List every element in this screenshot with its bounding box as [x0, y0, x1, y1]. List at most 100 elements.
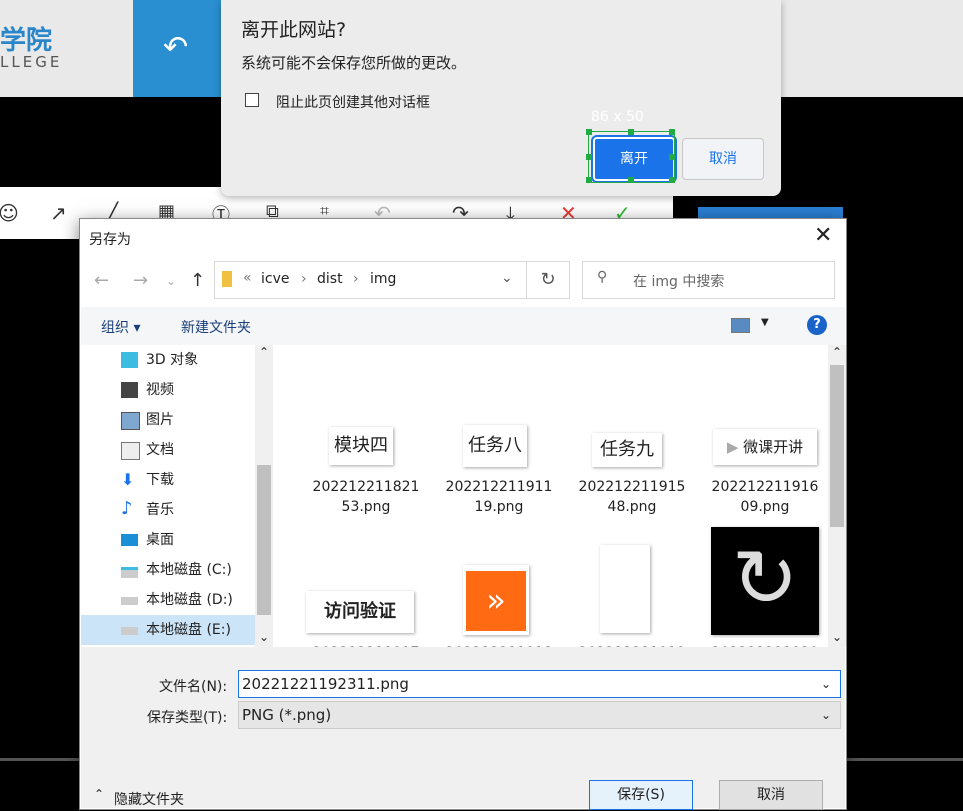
view-icon[interactable] — [731, 318, 750, 333]
sidebar-item-label: 音乐 — [146, 502, 174, 518]
dialog-message: 系统可能不会保存您所做的更改。 — [241, 54, 467, 72]
search-placeholder: 在 img 中搜索 — [633, 274, 725, 290]
site-logo: 学院 LLEGE — [0, 20, 135, 80]
filename-label: 文件名(N): — [159, 679, 228, 695]
double-chevron-icon: » — [466, 571, 526, 631]
dialog-title: 另存为 — [89, 232, 131, 248]
breadcrumb-separator: › — [353, 271, 359, 287]
leave-site-dialog: 离开此网站? 系统可能不会保存您所做的更改。 阻止此页创建其他对话框 离开 取消 — [221, 0, 781, 196]
drive-icon — [121, 567, 138, 578]
filename-value: 20221221192311.png — [242, 675, 409, 693]
chevron-down-icon[interactable]: ▼ — [761, 317, 769, 328]
sidebar-item-drive-e[interactable]: 本地磁盘 (E:) — [121, 615, 271, 645]
file-list: 模块四 202212211821 53.png 任务八 202212211911… — [276, 345, 845, 647]
resize-handle[interactable] — [669, 129, 675, 135]
chevron-down-icon[interactable]: ⌄ — [166, 274, 176, 288]
play-icon: ▶ — [726, 438, 739, 456]
back-arrow-icon[interactable]: ← — [94, 270, 109, 291]
file-thumbnail: 任务八 — [463, 425, 527, 467]
filetype-value: PNG (*.png) — [242, 706, 332, 724]
file-thumbnail — [600, 545, 650, 633]
drive-icon — [121, 627, 138, 635]
breadcrumb-separator: › — [301, 271, 307, 287]
back-button[interactable]: ↶ — [133, 0, 223, 97]
address-bar[interactable]: « icve › dist › img ⌄ — [214, 261, 527, 299]
search-input[interactable]: ⚲ 在 img 中搜索 — [582, 261, 835, 299]
arrow-icon[interactable]: ↗ — [50, 201, 67, 225]
scroll-thumb[interactable] — [257, 465, 271, 615]
new-folder-button[interactable]: 新建文件夹 — [181, 317, 251, 337]
close-icon[interactable]: ✕ — [814, 223, 832, 248]
forward-arrow-icon[interactable]: → — [133, 270, 148, 291]
sidebar-item-label: 3D 对象 — [146, 352, 199, 368]
file-name: 202212211915 — [578, 479, 686, 495]
desktop-icon — [121, 534, 138, 546]
folder-icon — [222, 271, 232, 287]
scroll-up-icon[interactable]: ⌃ — [832, 345, 842, 359]
filetype-select[interactable]: PNG (*.png) ⌄ — [238, 701, 841, 729]
breadcrumb-item[interactable]: icve — [261, 271, 290, 287]
selection-rectangle[interactable] — [586, 129, 675, 183]
file-name-ext: 19.png — [474, 499, 524, 515]
save-as-dialog: 另存为 ✕ ← → ⌄ ↑ « icve › dist › img ⌄ ↻ ⚲ … — [79, 218, 847, 810]
sidebar-item-label: 图片 — [146, 412, 174, 428]
hide-folders-toggle[interactable]: 隐藏文件夹 — [114, 789, 184, 809]
sidebar-item-pictures[interactable]: 图片 — [121, 405, 271, 435]
filetype-label: 保存类型(T): — [147, 710, 228, 726]
cancel-button[interactable]: 取消 — [682, 138, 764, 180]
block-dialogs-checkbox[interactable] — [245, 93, 259, 107]
refresh-icon[interactable]: ↻ — [526, 261, 570, 299]
cancel-button[interactable]: 取消 — [719, 780, 823, 810]
file-name-ext: 09.png — [740, 499, 790, 515]
documents-icon — [121, 442, 140, 460]
scroll-down-icon[interactable]: ⌄ — [832, 630, 842, 644]
organize-menu[interactable]: 组织 ▾ — [101, 317, 140, 337]
file-name-ext: 48.png — [607, 499, 657, 515]
breadcrumb-item[interactable]: dist — [317, 271, 343, 287]
sidebar-item-music[interactable]: ♪ 音乐 — [121, 495, 271, 525]
sidebar-item-drive-c[interactable]: 本地磁盘 (C:) — [121, 555, 271, 585]
scroll-up-icon[interactable]: ⌃ — [259, 345, 269, 359]
up-arrow-icon[interactable]: ↑ — [190, 270, 205, 291]
sidebar-item-downloads[interactable]: ⬇ 下载 — [121, 465, 271, 495]
sidebar-scrollbar[interactable]: ⌃ ⌄ — [255, 345, 273, 647]
chevron-up-icon[interactable]: ⌃ — [94, 787, 104, 801]
file-thumbnail: 访问验证 — [306, 591, 414, 633]
refresh-icon: ↻ — [711, 527, 819, 635]
sidebar-item-label: 视频 — [146, 382, 174, 398]
download-icon: ⬇ — [121, 470, 135, 489]
chevron-down-icon[interactable]: ⌄ — [821, 671, 831, 697]
resize-handle[interactable] — [628, 129, 634, 135]
navigation-pane: 3D 对象 视频 图片 文档 ⬇ 下载 ♪ 音乐 桌面 本地磁盘 (C:) 本地磁盘… — [81, 345, 274, 645]
resize-handle[interactable] — [669, 177, 675, 183]
scroll-down-icon[interactable]: ⌄ — [259, 630, 269, 644]
resize-handle[interactable] — [669, 154, 675, 160]
breadcrumb-item[interactable]: img — [370, 271, 396, 287]
breadcrumb-overflow[interactable]: « — [243, 270, 252, 286]
music-icon: ♪ — [121, 498, 133, 519]
file-thumbnail: 模块四 — [329, 427, 393, 465]
command-bar: 组织 ▾ 新建文件夹 ▼ ? — [81, 307, 845, 345]
search-icon: ⚲ — [597, 269, 608, 285]
file-list-scrollbar[interactable]: ⌃ ⌄ — [828, 345, 846, 647]
file-thumbnail: ▶ 微课开讲 — [713, 429, 817, 465]
sidebar-item-documents[interactable]: 文档 — [121, 435, 271, 465]
resize-handle[interactable] — [628, 177, 634, 183]
chevron-down-icon[interactable]: ⌄ — [501, 270, 513, 286]
sidebar-item-drive-d[interactable]: 本地磁盘 (D:) — [121, 585, 271, 615]
logo-text: 学院 — [0, 26, 53, 56]
chevron-down-icon[interactable]: ⌄ — [821, 702, 831, 728]
sidebar-item-desktop[interactable]: 桌面 — [121, 525, 271, 555]
sidebar-item-video[interactable]: 视频 — [121, 375, 271, 405]
sidebar-item-3d-objects[interactable]: 3D 对象 — [121, 345, 271, 375]
file-name: 202212211911 — [445, 479, 553, 495]
save-button[interactable]: 保存(S) — [589, 780, 693, 810]
scroll-thumb[interactable] — [830, 365, 844, 527]
resize-handle[interactable] — [586, 129, 592, 135]
emoji-icon[interactable]: ☺ — [0, 201, 19, 225]
filename-field[interactable]: 20221221192311.png ⌄ — [238, 670, 841, 698]
resize-handle[interactable] — [586, 177, 592, 183]
help-icon[interactable]: ? — [807, 315, 827, 335]
file-thumbnail: 任务九 — [592, 433, 662, 467]
resize-handle[interactable] — [586, 154, 592, 160]
